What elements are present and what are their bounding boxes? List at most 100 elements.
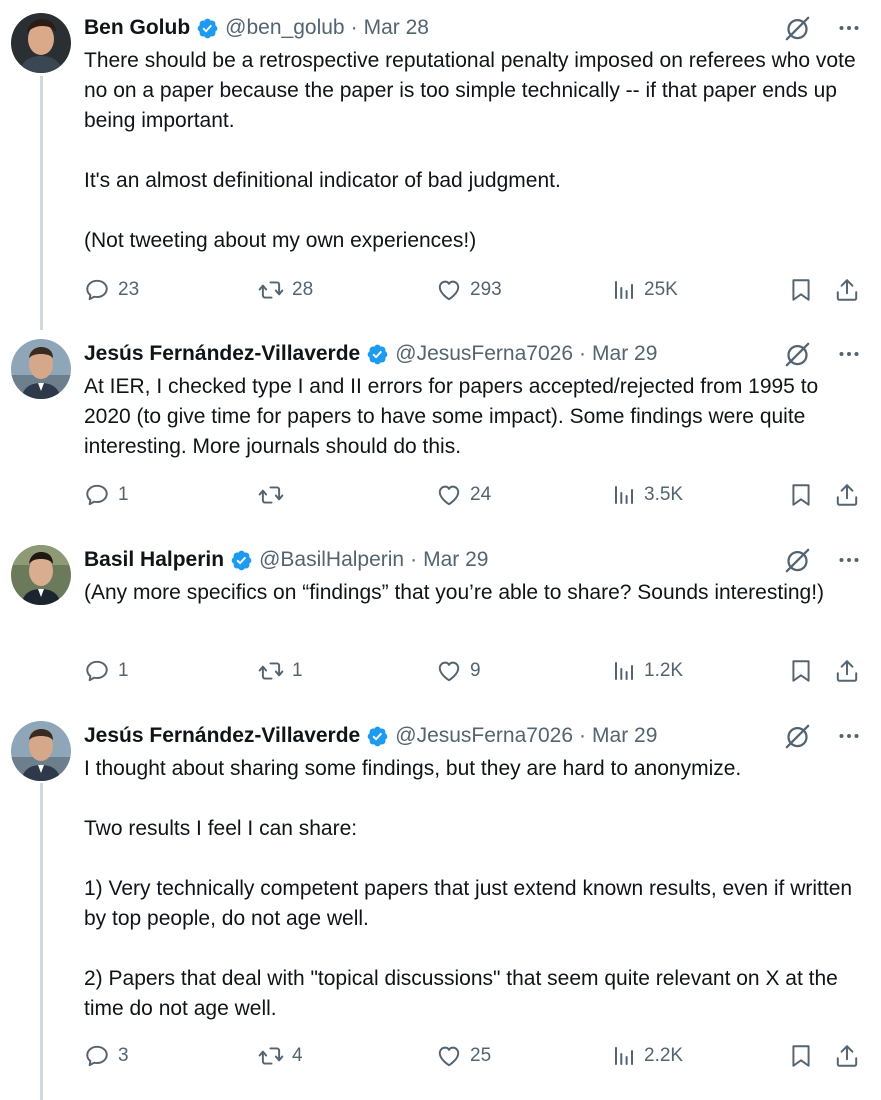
views-button[interactable]: 3.5K — [612, 480, 683, 510]
reply-icon — [84, 277, 110, 303]
like-button[interactable]: 293 — [436, 275, 502, 305]
tweet-paragraph: 1) Very technically competent papers tha… — [84, 877, 853, 930]
tweet-paragraph: (Not tweeting about my own experiences!) — [84, 229, 477, 252]
tweet-header: Basil Halperin @BasilHalperin · Mar 29 — [84, 545, 861, 575]
share-icon — [834, 482, 860, 508]
reply-button[interactable]: 1 — [84, 480, 129, 510]
grok-icon[interactable] — [784, 341, 811, 368]
tweet-4[interactable]: Jesús Fernández-Villaverde @JesusFerna70… — [0, 721, 881, 1081]
repost-icon — [258, 1043, 284, 1069]
header-actions — [784, 13, 861, 43]
tweet-date[interactable]: Mar 29 — [423, 548, 488, 572]
tweet-text: I thought about sharing some findings, b… — [84, 754, 864, 1024]
author-name[interactable]: Jesús Fernández-Villaverde — [84, 724, 360, 748]
views-count: 3.5K — [644, 484, 684, 505]
repost-button[interactable]: 1 — [258, 656, 303, 686]
share-button[interactable] — [834, 656, 860, 686]
views-button[interactable]: 25K — [612, 275, 678, 305]
like-button[interactable]: 24 — [436, 480, 491, 510]
like-button[interactable]: 9 — [436, 656, 481, 686]
repost-button[interactable] — [258, 480, 292, 510]
header-actions — [784, 339, 861, 369]
reply-icon — [84, 482, 110, 508]
repost-count: 28 — [292, 279, 314, 300]
action-bar: 1 1 9 1.2K — [84, 656, 864, 686]
avatar[interactable] — [11, 339, 71, 399]
heart-icon — [436, 482, 462, 508]
more-icon[interactable] — [837, 342, 861, 366]
views-icon — [612, 659, 636, 683]
bookmark-icon — [788, 482, 814, 508]
repost-icon — [258, 658, 284, 684]
tweet-paragraph: Two results I feel I can share: — [84, 817, 358, 840]
tweet-3[interactable]: Basil Halperin @BasilHalperin · Mar 29 (… — [0, 545, 881, 705]
author-name[interactable]: Basil Halperin — [84, 548, 224, 572]
tweet-date[interactable]: Mar 28 — [364, 16, 429, 40]
author-handle[interactable]: @JesusFerna7026 — [395, 342, 573, 366]
author-name[interactable]: Jesús Fernández-Villaverde — [84, 342, 360, 366]
action-bar: 1 24 3.5K — [84, 480, 864, 510]
grok-icon[interactable] — [784, 723, 811, 750]
separator-dot: · — [579, 724, 587, 747]
action-bar: 23 28 293 25K — [84, 275, 864, 305]
tweet-date[interactable]: Mar 29 — [592, 342, 657, 366]
thread: Ben Golub @ben_golub · Mar 28 There shou… — [0, 0, 881, 1100]
more-icon[interactable] — [837, 548, 861, 572]
heart-icon — [436, 1043, 462, 1069]
author-handle[interactable]: @BasilHalperin — [259, 548, 404, 572]
more-icon[interactable] — [837, 724, 861, 748]
tweet-2[interactable]: Jesús Fernández-Villaverde @JesusFerna70… — [0, 339, 881, 529]
grok-icon[interactable] — [784, 15, 811, 42]
share-button[interactable] — [834, 1041, 860, 1071]
share-button[interactable] — [834, 480, 860, 510]
repost-button[interactable]: 4 — [258, 1041, 303, 1071]
share-button[interactable] — [834, 275, 860, 305]
reply-button[interactable]: 23 — [84, 275, 139, 305]
tweet-header: Jesús Fernández-Villaverde @JesusFerna70… — [84, 721, 861, 751]
tweet-1[interactable]: Ben Golub @ben_golub · Mar 28 There shou… — [0, 13, 881, 313]
author-name[interactable]: Ben Golub — [84, 16, 190, 40]
bookmark-icon — [788, 1043, 814, 1069]
tweet-text: (Any more specifics on “findings” that y… — [84, 578, 864, 608]
author-handle[interactable]: @ben_golub — [225, 16, 344, 40]
avatar[interactable] — [11, 13, 71, 73]
reply-button[interactable]: 1 — [84, 656, 129, 686]
reply-count: 1 — [118, 660, 129, 681]
heart-icon — [436, 277, 462, 303]
tweet-paragraph: It's an almost definitional indicator of… — [84, 169, 561, 192]
reply-count: 23 — [118, 279, 140, 300]
like-count: 293 — [470, 279, 502, 300]
views-button[interactable]: 2.2K — [612, 1041, 683, 1071]
bookmark-button[interactable] — [788, 656, 814, 686]
tweet-text: At IER, I checked type I and II errors f… — [84, 372, 864, 462]
more-icon[interactable] — [837, 16, 861, 40]
avatar[interactable] — [11, 545, 71, 605]
views-icon — [612, 278, 636, 302]
reply-button[interactable]: 3 — [84, 1041, 129, 1071]
grok-icon[interactable] — [784, 547, 811, 574]
heart-icon — [436, 658, 462, 684]
tweet-paragraph: There should be a retrospective reputati… — [84, 49, 856, 132]
repost-icon — [258, 482, 284, 508]
reply-count: 3 — [118, 1045, 129, 1066]
verified-badge-icon — [366, 343, 389, 366]
bookmark-icon — [788, 658, 814, 684]
views-count: 25K — [644, 279, 678, 300]
like-count: 24 — [470, 484, 492, 505]
tweet-date[interactable]: Mar 29 — [592, 724, 657, 748]
views-button[interactable]: 1.2K — [612, 656, 683, 686]
like-button[interactable]: 25 — [436, 1041, 491, 1071]
bookmark-button[interactable] — [788, 275, 814, 305]
bookmark-icon — [788, 277, 814, 303]
views-icon — [612, 483, 636, 507]
repost-button[interactable]: 28 — [258, 275, 313, 305]
avatar[interactable] — [11, 721, 71, 781]
bookmark-button[interactable] — [788, 480, 814, 510]
tweet-paragraph: At IER, I checked type I and II errors f… — [84, 375, 819, 458]
author-handle[interactable]: @JesusFerna7026 — [395, 724, 573, 748]
reply-icon — [84, 658, 110, 684]
bookmark-button[interactable] — [788, 1041, 814, 1071]
tweet-paragraph: 2) Papers that deal with "topical discus… — [84, 967, 838, 1020]
views-icon — [612, 1044, 636, 1068]
separator-dot: · — [350, 16, 358, 39]
